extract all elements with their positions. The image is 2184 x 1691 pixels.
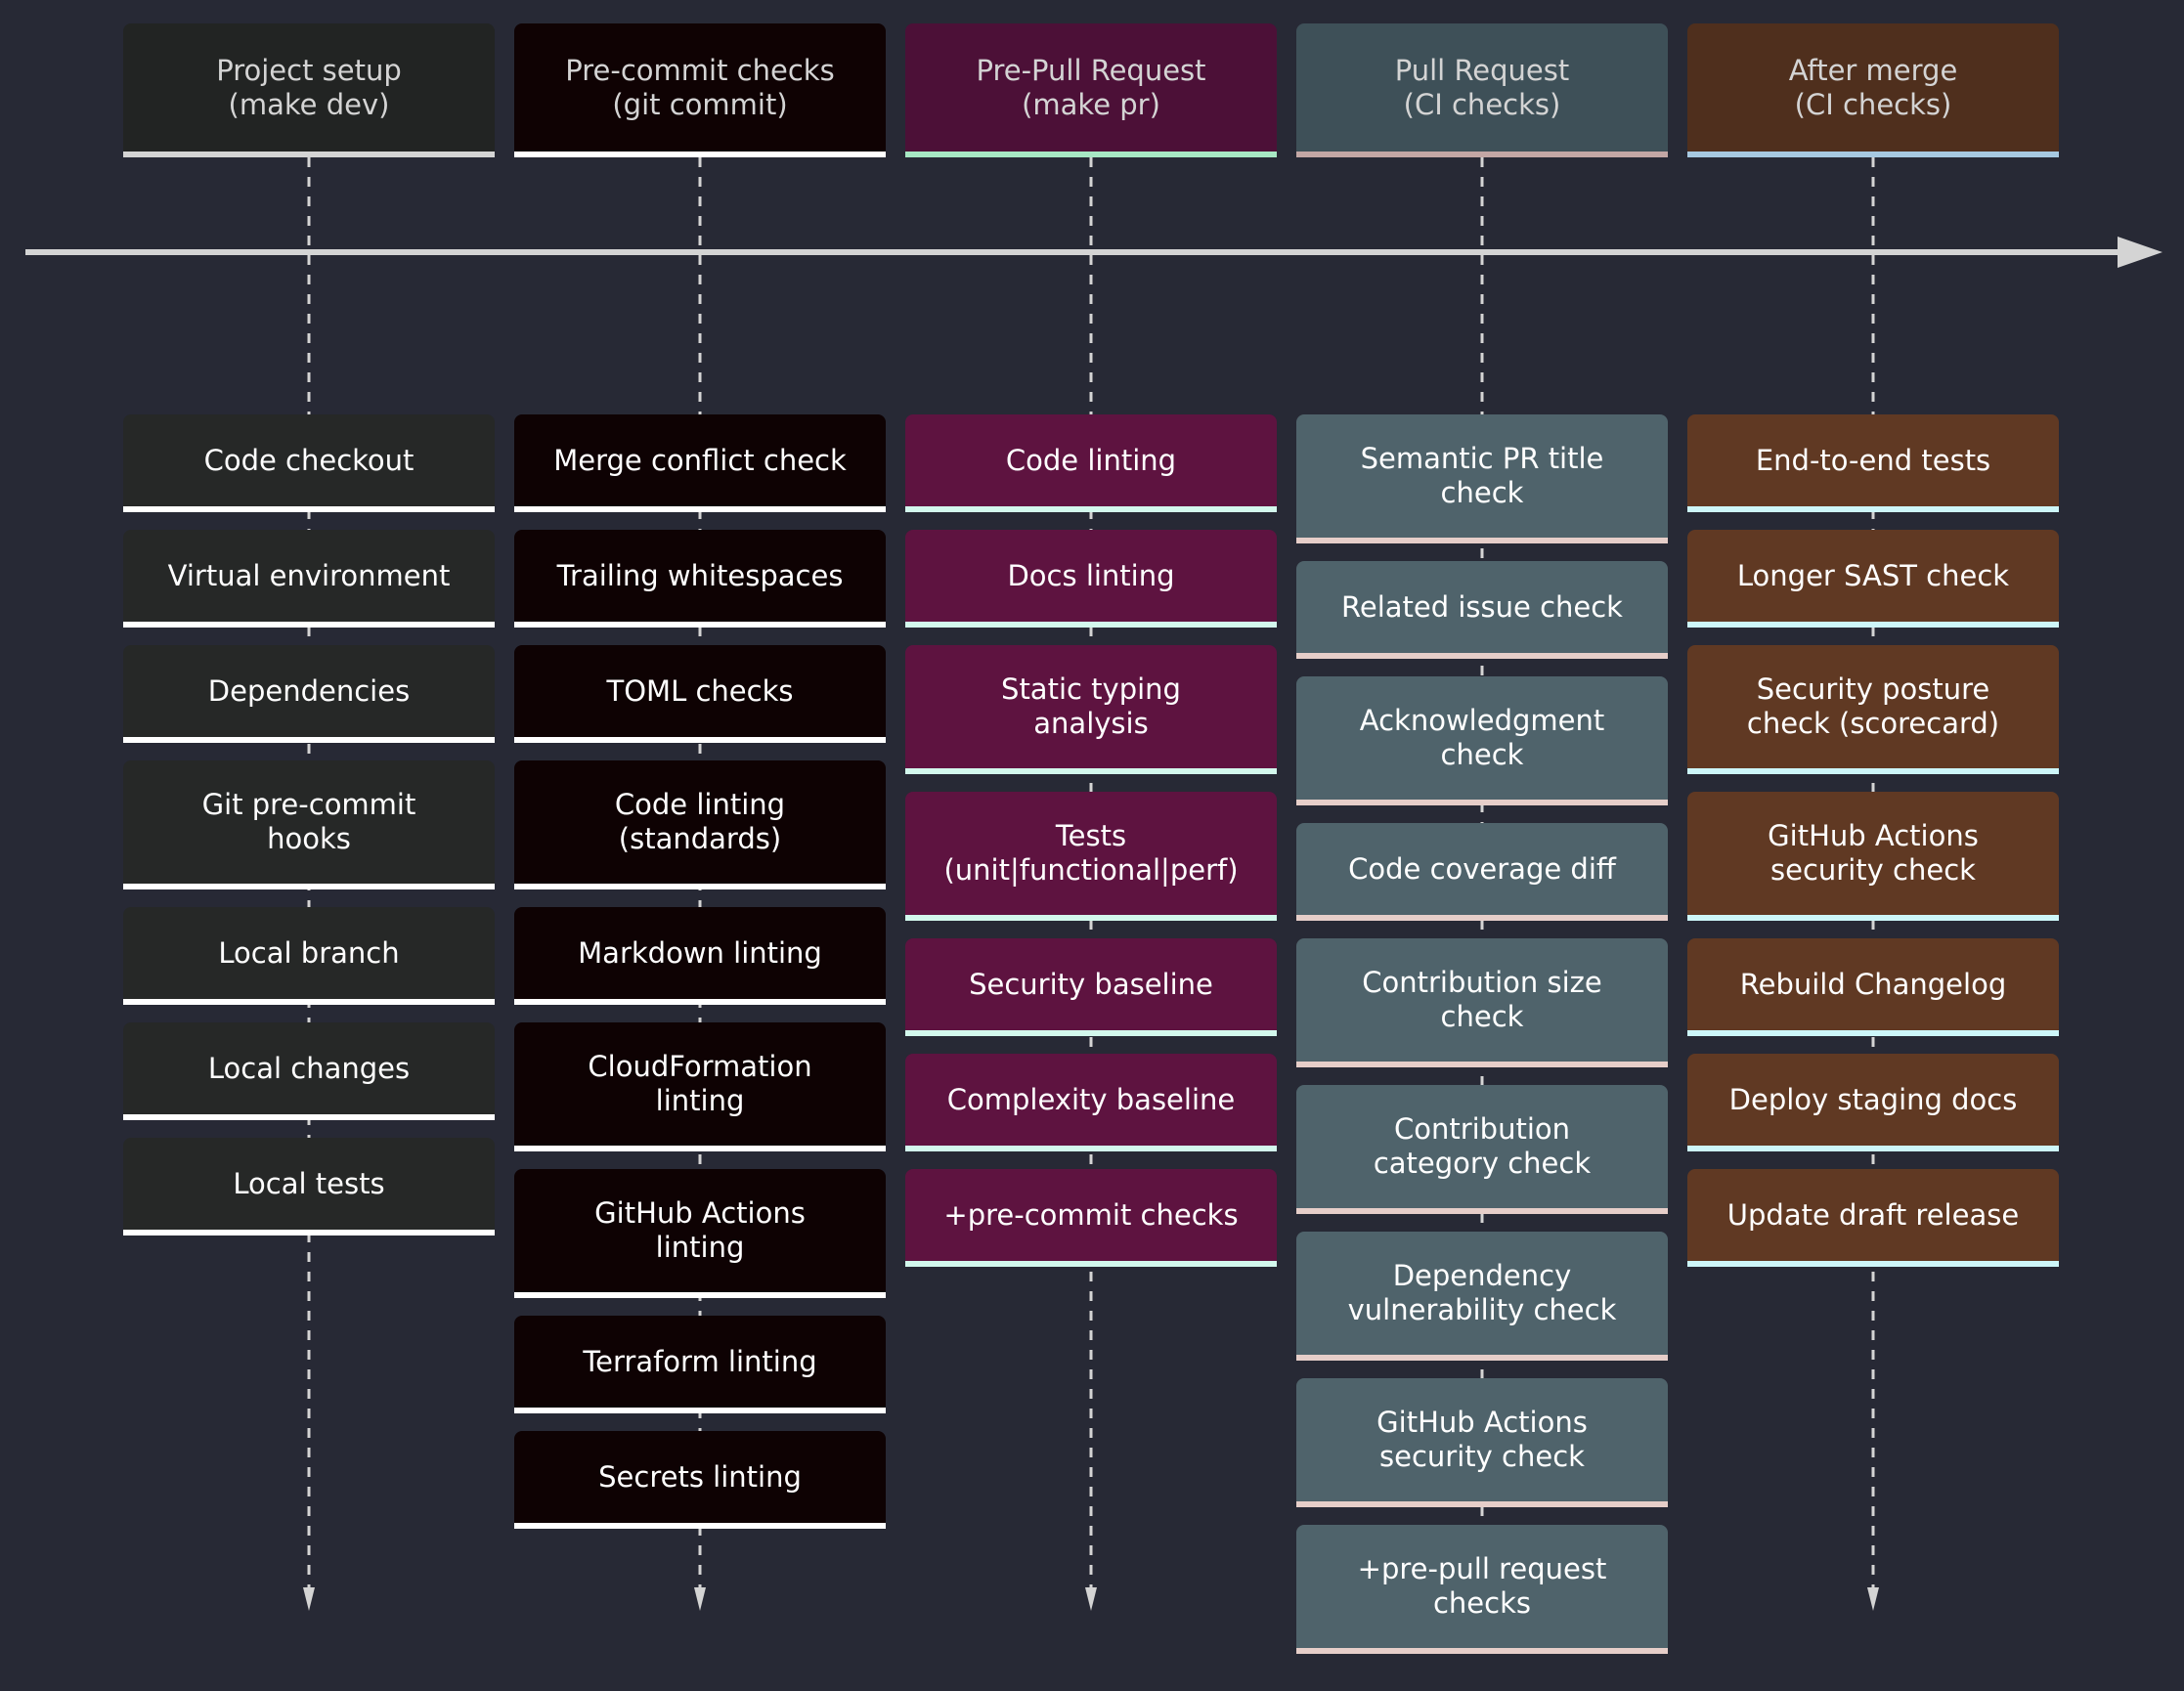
task-node: Semantic PR title check xyxy=(1296,414,1668,543)
task-node: Acknowledgment check xyxy=(1296,676,1668,805)
task-node: Complexity baseline xyxy=(905,1054,1277,1151)
task-node: TOML checks xyxy=(514,645,886,743)
task-node: Merge conflict check xyxy=(514,414,886,512)
task-node: Virtual environment xyxy=(123,530,495,628)
task-node: Longer SAST check xyxy=(1687,530,2059,628)
task-node: Dependency vulnerability check xyxy=(1296,1232,1668,1361)
task-node: Terraform linting xyxy=(514,1316,886,1413)
task-node: GitHub Actions security check xyxy=(1687,792,2059,921)
task-node: Code coverage diff xyxy=(1296,823,1668,921)
task-node: Code linting (standards) xyxy=(514,760,886,889)
section-header: Pre-commit checks (git commit) xyxy=(514,23,886,157)
task-node: Contribution category check xyxy=(1296,1085,1668,1214)
task-node: Contribution size check xyxy=(1296,938,1668,1067)
section-header: Pull Request (CI checks) xyxy=(1296,23,1668,157)
timeline-axis xyxy=(25,237,2162,268)
task-node: Trailing whitespaces xyxy=(514,530,886,628)
task-node: GitHub Actions security check xyxy=(1296,1378,1668,1507)
task-node: End-to-end tests xyxy=(1687,414,2059,512)
task-node: Dependencies xyxy=(123,645,495,743)
arrow-down-icon xyxy=(303,1587,315,1611)
task-node: Security posture check (scorecard) xyxy=(1687,645,2059,774)
task-node: Secrets linting xyxy=(514,1431,886,1529)
task-node: Markdown linting xyxy=(514,907,886,1005)
task-node: Local branch xyxy=(123,907,495,1005)
task-node: Update draft release xyxy=(1687,1169,2059,1267)
task-node: +pre-commit checks xyxy=(905,1169,1277,1267)
section-header: After merge (CI checks) xyxy=(1687,23,2059,157)
arrow-down-icon xyxy=(694,1587,706,1611)
task-node: GitHub Actions linting xyxy=(514,1169,886,1298)
timeline-arrowhead-icon xyxy=(2118,237,2162,268)
task-node: Code checkout xyxy=(123,414,495,512)
task-node: +pre-pull request checks xyxy=(1296,1525,1668,1654)
task-node: Git pre-commit hooks xyxy=(123,760,495,889)
task-node: Static typing analysis xyxy=(905,645,1277,774)
arrow-down-icon xyxy=(1085,1587,1097,1611)
task-node: Security baseline xyxy=(905,938,1277,1036)
task-node: Docs linting xyxy=(905,530,1277,628)
section-header: Pre-Pull Request (make pr) xyxy=(905,23,1277,157)
task-node: Rebuild Changelog xyxy=(1687,938,2059,1036)
task-node: Tests (unit|functional|perf) xyxy=(905,792,1277,921)
task-node: Related issue check xyxy=(1296,561,1668,659)
task-node: Code linting xyxy=(905,414,1277,512)
section-header: Project setup (make dev) xyxy=(123,23,495,157)
task-node: Local tests xyxy=(123,1138,495,1236)
arrow-down-icon xyxy=(1867,1587,1879,1611)
timeline-diagram: Project setup (make dev) Code checkout Vir… xyxy=(0,0,2184,1691)
task-node: Local changes xyxy=(123,1022,495,1120)
task-node: CloudFormation linting xyxy=(514,1022,886,1151)
task-node: Deploy staging docs xyxy=(1687,1054,2059,1151)
